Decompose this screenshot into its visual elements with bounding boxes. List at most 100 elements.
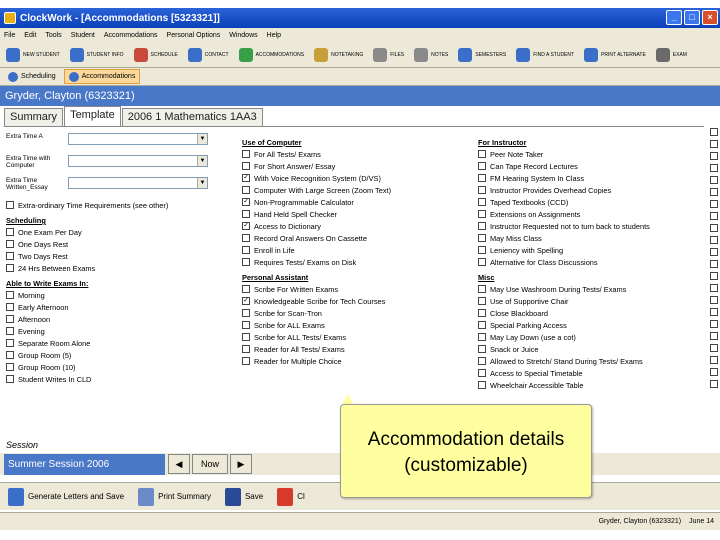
session-next-button[interactable]: ▶ — [230, 454, 252, 474]
checkbox-row-leniency-with-spelling[interactable]: Leniency with Spelling — [478, 244, 704, 256]
checkbox-morning[interactable] — [6, 291, 14, 299]
dropdown-arrow-icon[interactable]: ▼ — [197, 178, 207, 188]
toolbar-button-schedule[interactable]: SCHEDULE — [133, 47, 178, 62]
checkbox-student-writes-in-cld[interactable] — [6, 375, 14, 383]
checkbox-row-for-all-tests-exams[interactable]: For All Tests/ Exams — [242, 148, 474, 160]
dropdown-arrow-icon[interactable]: ▼ — [197, 134, 207, 144]
checkbox-scribe-for-all-exams[interactable] — [242, 321, 250, 329]
action-button-save[interactable]: Save — [224, 487, 263, 506]
cutoff-checkbox[interactable] — [710, 356, 718, 364]
minimize-button[interactable]: _ — [666, 10, 682, 25]
checkbox-row-scribe-for-all-exams[interactable]: Scribe for ALL Exams — [242, 319, 474, 331]
menu-item-student[interactable]: Student — [71, 32, 95, 39]
checkbox-one-exam-per-day[interactable] — [6, 228, 14, 236]
checkbox-computer-with-large-screen-zoom-text[interactable] — [242, 186, 250, 194]
checkbox-row-taped-textbooks-ccd[interactable]: Taped Textbooks (CCD) — [478, 196, 704, 208]
checkbox-row-one-exam-per-day[interactable]: One Exam Per Day — [6, 226, 236, 238]
checkbox-hand-held-spell-checker[interactable] — [242, 210, 250, 218]
checkbox-row-close-blackboard[interactable]: Close Blackboard — [478, 307, 704, 319]
cutoff-checkbox[interactable] — [710, 200, 718, 208]
checkbox-row-early-afternoon[interactable]: Early Afternoon — [6, 301, 236, 313]
extra-time-checkbox[interactable] — [6, 201, 14, 209]
toolbar-button-notes[interactable]: NOTES — [414, 47, 448, 62]
cutoff-checkbox[interactable] — [710, 188, 718, 196]
cutoff-checkbox[interactable] — [710, 236, 718, 244]
tab-summary[interactable]: Summary — [4, 108, 64, 126]
extra-time-checkbox-row[interactable]: Extra-ordinary Time Requirements (see ot… — [6, 199, 236, 211]
checkbox-row-use-of-supportive-chair[interactable]: Use of Supportive Chair — [478, 295, 704, 307]
checkbox-24-hrs-between-exams[interactable] — [6, 264, 14, 272]
checkbox-instructor-requested-not-to-turn-back-to-students[interactable] — [478, 222, 486, 230]
checkbox-row-reader-for-all-tests-exams[interactable]: Reader for All Tests/ Exams — [242, 343, 474, 355]
checkbox-row-may-miss-class[interactable]: May Miss Class — [478, 232, 704, 244]
cutoff-checkbox[interactable] — [710, 212, 718, 220]
checkbox-instructor-provides-overhead-copies[interactable] — [478, 186, 486, 194]
checkbox-row-hand-held-spell-checker[interactable]: Hand Held Spell Checker — [242, 208, 474, 220]
checkbox-group-room-10[interactable] — [6, 363, 14, 371]
cutoff-checkbox[interactable] — [710, 152, 718, 160]
toolbar-button-accommodations[interactable]: ACCOMMODATIONS — [238, 47, 304, 62]
checkbox-row-student-writes-in-cld[interactable]: Student Writes In CLD — [6, 373, 236, 385]
checkbox-row-record-oral-answers-on-cassette[interactable]: Record Oral Answers On Cassette — [242, 232, 474, 244]
checkbox-row-separate-room-alone[interactable]: Separate Room Alone — [6, 337, 236, 349]
checkbox-separate-room-alone[interactable] — [6, 339, 14, 347]
checkbox-enroll-in-life[interactable] — [242, 246, 250, 254]
checkbox-row-for-short-answer-essay[interactable]: For Short Answer/ Essay — [242, 160, 474, 172]
cutoff-checkbox[interactable] — [710, 164, 718, 172]
cutoff-checkbox[interactable] — [710, 344, 718, 352]
checkbox-for-short-answer-essay[interactable] — [242, 162, 250, 170]
cutoff-checkbox[interactable] — [710, 368, 718, 376]
tab-2006-1-mathematics-1aa3[interactable]: 2006 1 Mathematics 1AA3 — [121, 108, 263, 126]
close-window-button[interactable]: × — [702, 10, 718, 25]
checkbox-may-lay-down-use-a-cot[interactable] — [478, 333, 486, 341]
toolbar-button-new-student[interactable]: NEW STUDENT — [6, 47, 60, 62]
checkbox-may-use-washroom-during-tests-exams[interactable] — [478, 285, 486, 293]
subtab-accommodations[interactable]: Accommodations — [63, 69, 141, 84]
checkbox-row-instructor-provides-overhead-copies[interactable]: Instructor Provides Overhead Copies — [478, 184, 704, 196]
checkbox-row-instructor-requested-not-to-turn-back-to-students[interactable]: Instructor Requested not to turn back to… — [478, 220, 704, 232]
cutoff-checkbox[interactable] — [710, 140, 718, 148]
cutoff-checkbox[interactable] — [710, 176, 718, 184]
checkbox-row-allowed-to-stretch-stand-during-tests-exams[interactable]: Allowed to Stretch/ Stand During Tests/ … — [478, 355, 704, 367]
checkbox-row-group-room-5[interactable]: Group Room (5) — [6, 349, 236, 361]
checkbox-leniency-with-spelling[interactable] — [478, 246, 486, 254]
checkbox-row-reader-for-multiple-choice[interactable]: Reader for Multiple Choice — [242, 355, 474, 367]
checkbox-row-one-days-rest[interactable]: One Days Rest — [6, 238, 236, 250]
action-button-print-summary[interactable]: Print Summary — [138, 487, 211, 506]
checkbox-knowledgeable-scribe-for-tech-courses[interactable]: ✓ — [242, 297, 250, 305]
cutoff-checkbox[interactable] — [710, 332, 718, 340]
checkbox-wheelchair-accessible-table[interactable] — [478, 381, 486, 389]
checkbox-row-may-lay-down-use-a-cot[interactable]: May Lay Down (use a cot) — [478, 331, 704, 343]
checkbox-afternoon[interactable] — [6, 315, 14, 323]
checkbox-row-can-tape-record-lectures[interactable]: Can Tape Record Lectures — [478, 160, 704, 172]
checkbox-requires-tests-exams-on-disk[interactable] — [242, 258, 250, 266]
checkbox-scribe-for-scan-tron[interactable] — [242, 309, 250, 317]
checkbox-with-voice-recognition-system-d-vs[interactable]: ✓ — [242, 174, 250, 182]
checkbox-row-snack-or-juice[interactable]: Snack or Juice — [478, 343, 704, 355]
action-button-generate-letters-and-save[interactable]: Generate Letters and Save — [8, 487, 124, 506]
session-field[interactable]: Summer Session 2006 — [4, 454, 165, 475]
maximize-button[interactable]: □ — [684, 10, 700, 25]
checkbox-row-enroll-in-life[interactable]: Enroll in Life — [242, 244, 474, 256]
checkbox-row-evening[interactable]: Evening — [6, 325, 236, 337]
checkbox-use-of-supportive-chair[interactable] — [478, 297, 486, 305]
toolbar-button-find-a-student[interactable]: FIND A STUDENT — [516, 47, 574, 62]
toolbar-button-notetaking[interactable]: NOTETAKING — [314, 47, 363, 62]
checkbox-peer-note-taker[interactable] — [478, 150, 486, 158]
cutoff-checkbox[interactable] — [710, 308, 718, 316]
checkbox-close-blackboard[interactable] — [478, 309, 486, 317]
checkbox-may-miss-class[interactable] — [478, 234, 486, 242]
checkbox-allowed-to-stretch-stand-during-tests-exams[interactable] — [478, 357, 486, 365]
menu-item-tools[interactable]: Tools — [45, 32, 61, 39]
toolbar-button-files[interactable]: FILES — [373, 47, 404, 62]
dropdown-extra-time-with-computer[interactable]: ▼ — [68, 155, 208, 167]
checkbox-alternative-for-class-discussions[interactable] — [478, 258, 486, 266]
menu-item-help[interactable]: Help — [267, 32, 281, 39]
checkbox-scribe-for-all-tests-exams[interactable] — [242, 333, 250, 341]
checkbox-record-oral-answers-on-cassette[interactable] — [242, 234, 250, 242]
checkbox-row-alternative-for-class-discussions[interactable]: Alternative for Class Discussions — [478, 256, 704, 268]
cutoff-checkbox[interactable] — [710, 380, 718, 388]
checkbox-row-24-hrs-between-exams[interactable]: 24 Hrs Between Exams — [6, 262, 236, 274]
checkbox-row-two-days-rest[interactable]: Two Days Rest — [6, 250, 236, 262]
checkbox-snack-or-juice[interactable] — [478, 345, 486, 353]
